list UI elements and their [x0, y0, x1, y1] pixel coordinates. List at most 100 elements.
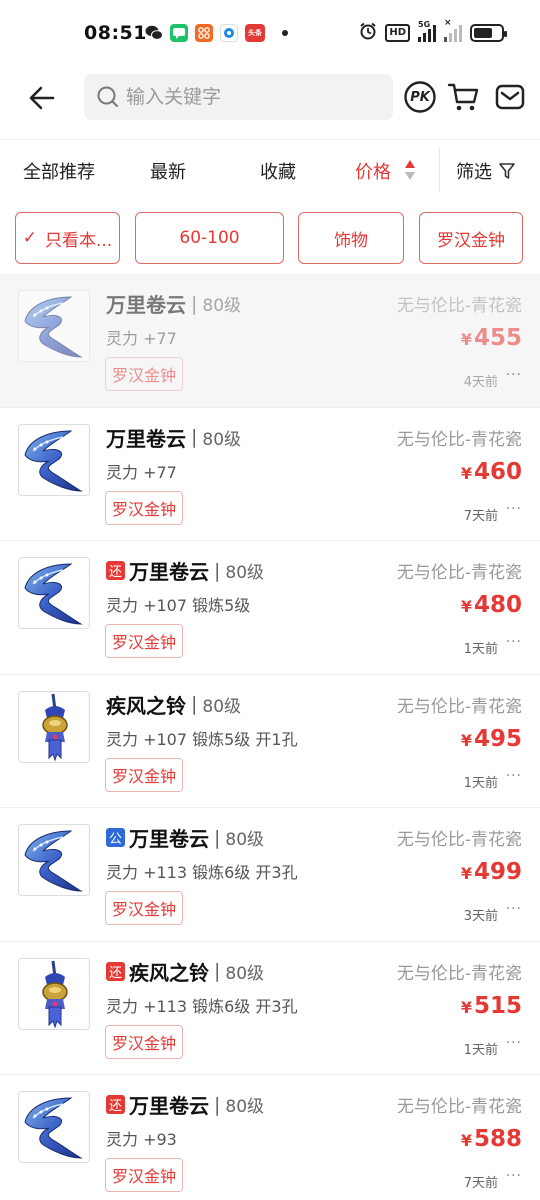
sort-arrows-icon — [405, 160, 415, 180]
ribbon-icon — [18, 1091, 90, 1163]
grid-app-icon — [195, 24, 213, 42]
list-item[interactable]: 还 疾风之铃 | 80级 灵力 +113 锻炼6级 开3孔 罗汉金钟 无与伦比-… — [0, 942, 540, 1075]
item-list: 万里卷云 | 80级 灵力 +77 罗汉金钟 无与伦比-青花瓷 ¥455 4天前… — [0, 274, 540, 1200]
item-level: 80级 — [225, 963, 265, 984]
item-name: 万里卷云 — [129, 827, 209, 851]
sort-tab-newest[interactable]: 最新 — [150, 158, 186, 184]
item-price: ¥460 — [461, 459, 522, 485]
item-server: 无与伦比-青花瓷 — [396, 830, 522, 850]
item-price-value: 455 — [473, 325, 522, 351]
item-title-row: 疾风之铃 | 80级 — [106, 690, 241, 719]
browser-icon — [220, 24, 238, 42]
item-name: 疾风之铃 — [106, 693, 186, 718]
ribbon-icon — [18, 423, 90, 496]
wechat-icon — [145, 24, 163, 42]
item-level: 80级 — [202, 296, 242, 316]
item-listed-time: 7天前 — [463, 1176, 498, 1191]
item-attributes: 灵力 +107 锻炼5级 — [106, 596, 251, 615]
chip-only-this-server[interactable]: ✓ 只看本... — [15, 212, 120, 264]
cart-icon — [447, 83, 479, 111]
item-name: 万里卷云 — [106, 293, 186, 317]
level-separator: | — [214, 960, 221, 982]
item-effect-badge: 罗汉金钟 — [105, 891, 184, 925]
sort-tab-recommended[interactable]: 全部推荐 — [23, 158, 95, 184]
list-item[interactable]: 还 万里卷云 | 80级 灵力 +107 锻炼5级 罗汉金钟 无与伦比-青花瓷 … — [0, 541, 540, 675]
list-item[interactable]: 万里卷云 | 80级 灵力 +77 罗汉金钟 无与伦比-青花瓷 ¥455 4天前… — [0, 274, 540, 408]
pk-compare-button[interactable]: PK — [403, 80, 437, 114]
search-bar[interactable] — [84, 74, 393, 120]
cart-button[interactable] — [446, 80, 480, 114]
chip-level-range[interactable]: 60-100 — [135, 212, 284, 264]
item-title-row: 还 万里卷云 | 80级 — [106, 556, 264, 585]
item-price: ¥588 — [461, 1126, 522, 1152]
list-item[interactable]: 万里卷云 | 80级 灵力 +77 罗汉金钟 无与伦比-青花瓷 ¥460 7天前… — [0, 408, 540, 541]
search-input[interactable] — [126, 86, 386, 108]
filter-button[interactable]: 筛选 — [456, 158, 516, 184]
chip-category[interactable]: 饰物 — [298, 212, 404, 264]
more-options-icon[interactable]: ··· — [506, 768, 522, 784]
search-icon — [97, 86, 118, 107]
more-options-icon[interactable]: ··· — [506, 634, 522, 650]
bell-icon — [18, 690, 90, 763]
item-server: 无与伦比-青花瓷 — [396, 296, 522, 316]
item-attributes: 灵力 +107 锻炼5级 开1孔 — [106, 729, 298, 749]
level-separator: | — [214, 1093, 221, 1116]
top-header: PK — [0, 68, 540, 140]
level-separator: | — [214, 559, 221, 582]
item-price: ¥495 — [461, 726, 522, 752]
message-app-icon — [170, 24, 188, 42]
signal-weak-icon: × — [444, 18, 462, 42]
more-options-icon[interactable]: ··· — [506, 901, 522, 917]
item-level: 80级 — [225, 563, 265, 583]
item-price-value: 588 — [473, 1126, 522, 1152]
item-title-row: 万里卷云 | 80级 — [106, 289, 241, 318]
more-options-icon[interactable]: ··· — [506, 367, 522, 383]
currency-symbol: ¥ — [460, 864, 472, 883]
item-level: 80级 — [202, 429, 242, 450]
item-name: 疾风之铃 — [129, 960, 209, 985]
sort-tab-favorites[interactable]: 收藏 — [260, 158, 296, 184]
battery-icon — [470, 24, 507, 42]
item-attributes: 灵力 +93 — [106, 1130, 177, 1149]
chip-effect[interactable]: 罗汉金钟 — [419, 212, 523, 264]
item-attributes: 灵力 +113 锻炼6级 开3孔 — [106, 996, 298, 1016]
system-icons: HD 5G × — [359, 18, 507, 44]
bell-icon — [18, 957, 90, 1030]
item-listed-time: 3天前 — [463, 909, 498, 924]
notification-icons: 头条 — [145, 24, 288, 42]
ribbon-icon — [18, 824, 90, 896]
item-price: ¥515 — [461, 993, 522, 1019]
status-bar: 08:51 头条 HD 5G × — [0, 0, 540, 68]
filter-label: 筛选 — [456, 162, 492, 183]
item-attributes: 灵力 +77 — [106, 329, 177, 348]
more-options-icon[interactable]: ··· — [506, 1035, 522, 1051]
status-time: 08:51 — [84, 22, 147, 44]
list-item[interactable]: 还 万里卷云 | 80级 灵力 +93 罗汉金钟 无与伦比-青花瓷 ¥588 7… — [0, 1075, 540, 1200]
filter-icon — [499, 163, 515, 179]
hd-voice-icon: HD — [385, 24, 410, 42]
item-name: 万里卷云 — [129, 560, 209, 584]
trade-tag: 还 — [106, 961, 125, 981]
list-item[interactable]: 公 万里卷云 | 80级 灵力 +113 锻炼6级 开3孔 罗汉金钟 无与伦比-… — [0, 808, 540, 942]
more-options-icon[interactable]: ··· — [506, 1168, 522, 1184]
item-effect-badge: 罗汉金钟 — [105, 1024, 184, 1059]
item-listed-time: 1天前 — [463, 1042, 498, 1058]
item-title-row: 公 万里卷云 | 80级 — [106, 823, 264, 852]
back-button[interactable] — [26, 82, 58, 114]
item-name: 万里卷云 — [129, 1094, 209, 1118]
more-options-icon[interactable]: ··· — [506, 501, 522, 517]
item-server: 无与伦比-青花瓷 — [396, 696, 522, 717]
item-title-row: 还 疾风之铃 | 80级 — [106, 957, 264, 986]
alarm-icon — [359, 22, 377, 44]
sort-tab-price[interactable]: 价格 — [355, 158, 391, 184]
level-separator: | — [214, 826, 221, 849]
item-title-row: 万里卷云 | 80级 — [106, 423, 241, 452]
item-price: ¥499 — [461, 859, 522, 885]
item-price-value: 480 — [473, 592, 522, 618]
signal-5g-icon: 5G — [418, 20, 436, 42]
item-effect-badge: 罗汉金钟 — [105, 357, 184, 391]
message-button[interactable] — [493, 80, 527, 114]
list-item[interactable]: 疾风之铃 | 80级 灵力 +107 锻炼5级 开1孔 罗汉金钟 无与伦比-青花… — [0, 675, 540, 808]
sort-bar: 全部推荐 最新 收藏 价格 筛选 — [0, 140, 540, 200]
ribbon-icon — [18, 290, 90, 362]
